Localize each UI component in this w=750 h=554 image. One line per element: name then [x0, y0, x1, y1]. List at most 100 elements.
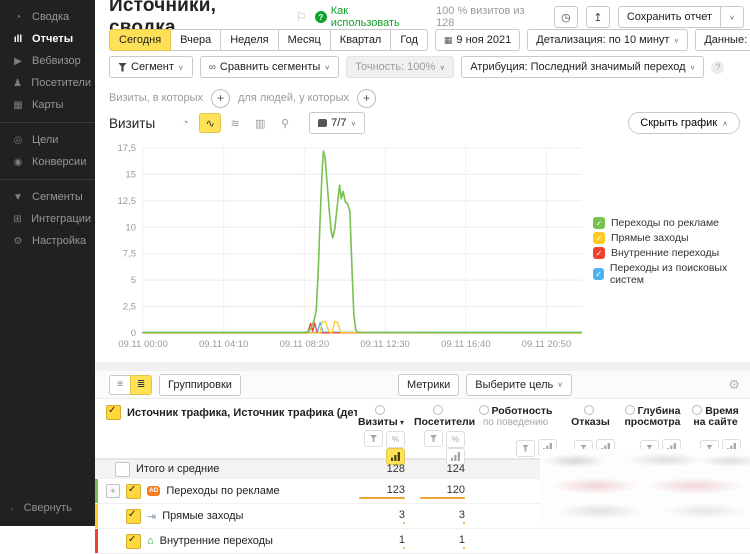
calendar-icon: ▦	[444, 35, 453, 46]
compare-segments-button[interactable]: ∞ Сравнить сегменты ∨	[200, 56, 339, 78]
metric-radio-icon[interactable]	[692, 405, 702, 415]
sidebar-item-label: Карты	[32, 99, 63, 111]
tab-месяц[interactable]: Месяц	[278, 29, 331, 51]
bars-icon	[451, 452, 460, 461]
pin-chart-icon[interactable]: ⚲	[274, 113, 296, 133]
tab-сегодня[interactable]: Сегодня	[109, 29, 171, 51]
filter-funnel-icon[interactable]	[424, 430, 443, 447]
info-icon[interactable]: ?	[711, 61, 724, 74]
sidebar-divider	[0, 179, 95, 180]
section-divider	[95, 362, 750, 371]
sidebar-item-settings[interactable]: ⚙Настройка	[0, 230, 95, 252]
columns-chart-icon[interactable]: ▥	[249, 113, 271, 133]
column-header-3[interactable]: Роботностьпо поведению	[474, 405, 566, 428]
tree-view-button[interactable]: ≣	[130, 375, 152, 395]
metric-radio-icon[interactable]	[584, 405, 594, 415]
date-picker-button[interactable]: ▦ 9 ноя 2021	[435, 29, 520, 51]
save-report-dropdown-button[interactable]: ∨	[720, 6, 744, 28]
pie-chart-icon[interactable]: ◔	[174, 113, 196, 133]
select-all-checkbox[interactable]	[106, 405, 121, 420]
sidebar-item-segments[interactable]: ▼Сегменты	[0, 186, 95, 208]
legend-item[interactable]: Переходы по рекламе	[593, 217, 750, 229]
legend-checkbox-icon[interactable]	[593, 268, 604, 280]
tab-год[interactable]: Год	[390, 29, 428, 51]
row-checkbox[interactable]	[126, 534, 141, 549]
legend-item[interactable]: Прямые заходы	[593, 232, 750, 244]
sidebar-collapse-button[interactable]: ‹ Свернуть	[11, 502, 72, 514]
sidebar-item-maps[interactable]: ▦Карты	[0, 94, 95, 116]
legend-checkbox-icon[interactable]	[593, 232, 605, 244]
how-to-use-link[interactable]: ? Как использовать	[315, 5, 420, 29]
tab-вчера[interactable]: Вчера	[170, 29, 221, 51]
sidebar-item-play[interactable]: ▶Вебвизор	[0, 50, 95, 72]
line-chart-icon[interactable]: ∿	[199, 113, 221, 133]
add-people-filter-button[interactable]: +	[357, 89, 376, 108]
table-settings-gear-icon[interactable]: ⚙	[728, 377, 740, 393]
column-header-6[interactable]: Время на сайте	[690, 405, 750, 428]
chevron-down-icon: ∨	[178, 63, 184, 70]
row-checkbox[interactable]	[126, 509, 141, 524]
legend-checkbox-icon[interactable]	[593, 247, 605, 259]
column-header-5[interactable]: Глубина просмотра	[624, 405, 690, 428]
tab-квартал[interactable]: Квартал	[330, 29, 392, 51]
ad-badge-icon: AD	[147, 486, 160, 496]
area-chart-icon[interactable]: ≋	[224, 113, 246, 133]
metric-radio-icon[interactable]	[625, 405, 635, 415]
percent-icon[interactable]: %	[446, 431, 465, 448]
column-header-2[interactable]: Посетители	[414, 405, 474, 428]
flat-list-view-button[interactable]: ≡	[109, 375, 131, 395]
cell-2: 124	[414, 463, 474, 475]
table-row[interactable]: ⌂Внутренние переходы11	[95, 529, 750, 554]
column-header-1[interactable]: Визиты ▾	[357, 405, 414, 428]
save-report-button[interactable]: Сохранить отчет	[618, 6, 721, 28]
legend-item[interactable]: Переходы из поисковых систем	[593, 262, 750, 286]
sidebar-item-report[interactable]: ıllОтчеты	[0, 28, 95, 50]
annotations-count: 7/7	[331, 117, 346, 129]
sidebar-item-visitors[interactable]: ♟Посетители	[0, 72, 95, 94]
metrics-button[interactable]: Метрики	[398, 374, 459, 396]
sidebar-item-integrations[interactable]: ⊞Интеграции	[0, 208, 95, 230]
dimension-header-cell: Источник трафика, Источник трафика (дета…	[98, 405, 357, 420]
tab-неделя[interactable]: Неделя	[220, 29, 278, 51]
detail-select[interactable]: Детализация: по 10 минут ∨	[527, 29, 688, 51]
attribution-select[interactable]: Атрибуция: Последний значимый переход ∨	[461, 56, 704, 78]
legend-label: Переходы из поисковых систем	[610, 262, 750, 286]
percent-icon[interactable]: %	[386, 431, 405, 448]
sidebar: ◔СводкаıllОтчеты▶Вебвизор♟Посетители▦Кар…	[0, 0, 95, 526]
legend-checkbox-icon[interactable]	[593, 217, 605, 229]
row-checkbox[interactable]	[126, 484, 141, 499]
chevron-down-icon: ∨	[350, 119, 356, 126]
yandex-metrica-app: ◔СводкаıllОтчеты▶Вебвизор♟Посетители▦Кар…	[0, 0, 750, 526]
sidebar-item-label: Посетители	[31, 77, 91, 89]
metric-radio-icon[interactable]	[479, 405, 489, 415]
goal-select-button[interactable]: Выберите цель ∨	[466, 374, 572, 396]
annotations-button[interactable]: 7/7 ∨	[309, 112, 365, 134]
expand-button[interactable]: +	[106, 484, 120, 498]
funnel-icon	[430, 435, 437, 442]
cell-value: 124	[447, 463, 465, 475]
accuracy-select[interactable]: Точность: 100% ∨	[346, 56, 454, 78]
value-bar	[403, 522, 405, 524]
legend-item[interactable]: Внутренние переходы	[593, 247, 750, 259]
schedule-clock-button[interactable]: ◷	[554, 6, 578, 28]
filter-funnel-icon[interactable]	[364, 430, 383, 447]
sidebar-item-goals[interactable]: ◎Цели	[0, 129, 95, 151]
column-header-4[interactable]: Отказы	[566, 405, 624, 428]
chart-legend: Переходы по рекламе Прямые заходы Внутренн…	[593, 217, 750, 289]
segment-button[interactable]: Сегмент ∨	[109, 56, 193, 78]
sidebar-item-gauge[interactable]: ◔Сводка	[0, 6, 95, 28]
sidebar-item-conversions[interactable]: ◉Конверсии	[0, 151, 95, 173]
row-checkbox[interactable]	[115, 462, 130, 477]
filter-funnel-icon[interactable]	[516, 440, 535, 457]
groupings-button[interactable]: Группировки	[159, 374, 241, 396]
metric-radio-icon[interactable]	[375, 405, 385, 415]
metric-radio-icon[interactable]	[433, 405, 443, 415]
hide-chart-button[interactable]: Скрыть график ∧	[628, 112, 740, 134]
export-button[interactable]: ↥	[586, 6, 610, 28]
segments-icon: ▼	[11, 192, 25, 203]
add-visits-filter-button[interactable]: +	[211, 89, 230, 108]
compare-icon: ∞	[209, 62, 216, 73]
data-mode-select[interactable]: Данные: с роботами ∨	[695, 29, 750, 51]
bookmark-icon[interactable]: ⚐	[296, 10, 307, 24]
chevron-up-icon: ∧	[722, 119, 728, 126]
